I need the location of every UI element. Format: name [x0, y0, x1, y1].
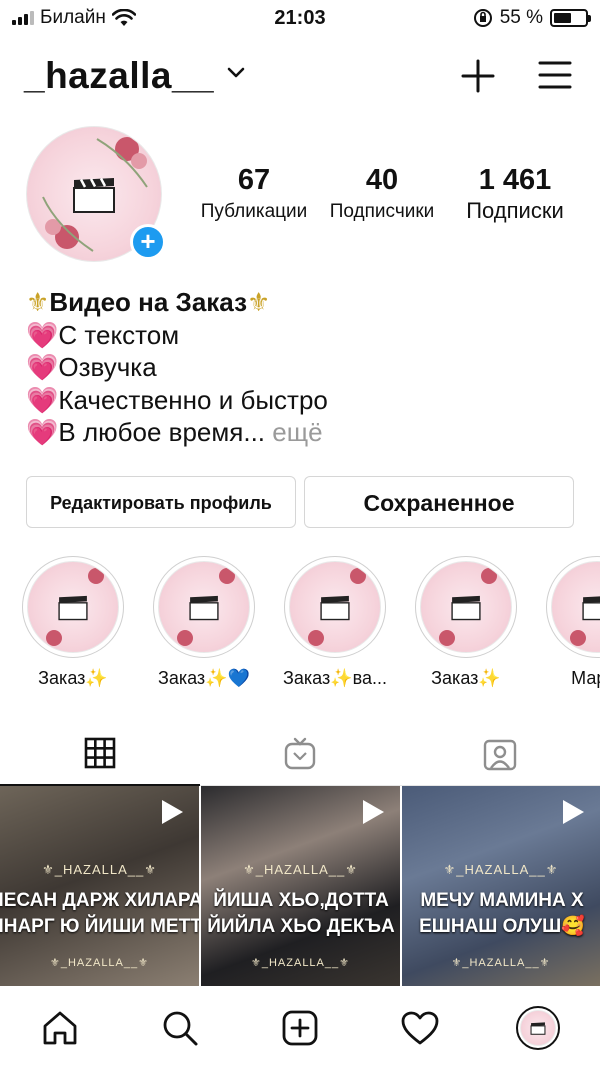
add-post-icon: [282, 1010, 318, 1046]
clapperboard-icon: [189, 595, 219, 621]
orientation-lock-icon: [473, 9, 492, 27]
highlight-cover: [27, 561, 119, 653]
bio-title: Видео на Заказ: [49, 287, 247, 317]
edit-profile-button[interactable]: Редактировать профиль: [26, 476, 296, 528]
stat-posts-count: 67: [237, 164, 271, 196]
bio-line: В любое время: [58, 417, 244, 447]
nav-home[interactable]: [38, 1006, 82, 1050]
stat-posts-label: Публикации: [200, 201, 308, 222]
bottom-nav: [0, 990, 600, 1066]
igtv-icon: [284, 737, 316, 770]
post-watermark: ⚜_HAZALLA__⚜: [50, 957, 149, 969]
clapperboard-icon: [530, 1022, 546, 1035]
stat-following-label: Подписки: [466, 198, 564, 223]
grid-icon: [84, 737, 116, 769]
post-caption: МЕЧУ МАМИНА Х ЕШНАШ ОЛУШ🥰: [419, 890, 585, 937]
post-thumbnail[interactable]: ⚜_HAZALLA__⚜ НЕСАН ДАРЖ ХИЛАРАХННАРГ Ю Й…: [0, 786, 199, 986]
nav-activity[interactable]: [398, 1006, 442, 1050]
heart-icon: [401, 1011, 439, 1045]
highlight-item[interactable]: Мар-д: [542, 556, 600, 689]
profile-avatar-wrap[interactable]: +: [26, 126, 166, 266]
search-icon: [163, 1011, 198, 1046]
status-bar: Билайн 21:03 55 %: [0, 0, 600, 36]
highlight-label: Заказ✨ва...: [282, 668, 387, 688]
nav-search[interactable]: [158, 1006, 202, 1050]
highlight-cover: [551, 561, 600, 653]
saved-button[interactable]: Сохраненное: [304, 476, 574, 528]
profile-bio: ⚜Видео на Заказ⚜ 💗С текстом 💗Озвучка 💗Ка…: [26, 286, 586, 449]
stat-followers-label: Подписчики: [329, 201, 435, 222]
profile-header: _hazalla__: [0, 52, 600, 102]
highlight-label: Заказ✨: [38, 668, 108, 688]
video-play-icon: [363, 800, 384, 824]
clapperboard-icon: [582, 596, 600, 621]
nav-add-post[interactable]: [278, 1006, 322, 1050]
nav-profile[interactable]: [516, 1006, 560, 1050]
highlight-item[interactable]: Заказ✨ва...: [280, 556, 390, 689]
pink-heart-icon: 💗: [26, 352, 59, 382]
clapperboard-icon: [320, 595, 350, 621]
highlight-cover: [420, 561, 512, 653]
highlight-item[interactable]: Заказ✨: [18, 556, 128, 689]
profile-tabs: [0, 722, 600, 786]
highlight-label: Заказ✨: [431, 668, 501, 688]
highlight-item[interactable]: Заказ✨💙: [149, 556, 259, 689]
username[interactable]: _hazalla__: [24, 55, 214, 97]
stat-following-count: 1 461: [478, 164, 552, 196]
stat-following[interactable]: 1 461 Подписки: [452, 164, 578, 224]
stat-posts[interactable]: 67 Публикации: [196, 164, 312, 223]
bio-line: Озвучка: [58, 352, 157, 382]
stat-followers[interactable]: 40 Подписчики: [324, 164, 440, 223]
story-highlights: Заказ✨ Заказ✨💙 Заказ✨ва... Заказ✨ Мар-д: [0, 556, 600, 696]
pink-heart-icon: 💗: [26, 384, 59, 415]
home-icon: [43, 1011, 77, 1045]
post-thumbnail[interactable]: ⚜_HAZALLA__⚜ МЕЧУ МАМИНА Х ЕШНАШ ОЛУШ🥰 ⚜_…: [402, 786, 600, 986]
post-grid: ⚜_HAZALLA__⚜ НЕСАН ДАРЖ ХИЛАРАХННАРГ Ю Й…: [0, 786, 600, 986]
menu-icon[interactable]: [538, 60, 572, 90]
bio-line: Качественно и быстро: [58, 384, 328, 415]
post-caption: ЙИША ХЬО,ДОТТА ЙИЙЛА ХЬО ДЕКЪА: [207, 890, 395, 937]
bio-line: С текстом: [58, 319, 180, 350]
post-watermark: ⚜_HAZALLA__⚜: [451, 957, 551, 969]
pink-heart-icon: 💗: [26, 417, 59, 447]
tab-grid[interactable]: [0, 722, 200, 786]
chevron-down-icon[interactable]: [226, 66, 246, 80]
fleur-de-lis-icon: ⚜: [26, 287, 50, 317]
post-watermark: ⚜_HAZALLA__⚜: [243, 862, 358, 877]
clapperboard-icon: [73, 177, 115, 213]
highlight-label: Заказ✨💙: [157, 668, 251, 688]
tab-igtv[interactable]: [200, 722, 400, 786]
post-caption: НЕСАН ДАРЖ ХИЛАРАХННАРГ Ю ЙИШИ МЕТТА: [0, 890, 199, 937]
highlight-cover: [289, 561, 381, 653]
post-thumbnail[interactable]: ⚜_HAZALLA__⚜ ЙИША ХЬО,ДОТТА ЙИЙЛА ХЬО ДЕК…: [201, 786, 400, 986]
bio-more-link[interactable]: ещё: [272, 417, 322, 447]
video-play-icon: [162, 800, 183, 824]
profile-stats: 67 Публикации 40 Подписчики 1 461 Подпис…: [190, 164, 590, 234]
video-play-icon: [563, 800, 584, 824]
highlight-label: Мар-д: [571, 668, 600, 688]
clapperboard-icon: [58, 595, 88, 621]
tab-tagged[interactable]: [400, 722, 600, 786]
plus-icon[interactable]: [460, 58, 496, 94]
pink-heart-icon: 💗: [26, 319, 59, 350]
add-story-button[interactable]: +: [130, 224, 166, 260]
post-watermark: ⚜_HAZALLA__⚜: [42, 862, 157, 877]
stat-followers-count: 40: [365, 164, 399, 196]
highlight-cover: [158, 561, 250, 653]
post-watermark: ⚜_HAZALLA__⚜: [443, 862, 559, 877]
battery-percent: 55 %: [499, 7, 543, 28]
highlight-item[interactable]: Заказ✨: [411, 556, 521, 689]
tagged-icon: [483, 739, 517, 771]
post-watermark: ⚜_HAZALLA__⚜: [251, 957, 350, 969]
bio-ellipsis: ...: [243, 417, 266, 447]
clapperboard-icon: [451, 595, 481, 621]
fleur-de-lis-icon: ⚜: [247, 287, 271, 317]
profile-avatar: [516, 1006, 560, 1050]
battery-icon: [550, 9, 591, 27]
